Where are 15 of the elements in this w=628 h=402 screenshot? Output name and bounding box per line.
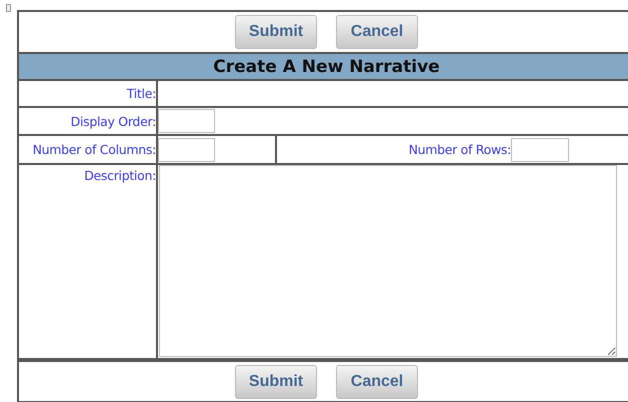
form-heading: Create A New Narrative — [19, 54, 628, 81]
description-textarea[interactable] — [159, 165, 617, 357]
cancel-button[interactable]: Cancel — [336, 364, 418, 398]
field-label: Number of Rows: — [408, 142, 511, 157]
submit-button[interactable]: Submit — [235, 364, 317, 398]
field-label: Title: — [126, 86, 156, 101]
columns-input[interactable] — [158, 138, 215, 162]
submit-button[interactable]: Submit — [235, 15, 317, 49]
broken-image-icon — [6, 4, 11, 12]
display-order-input[interactable] — [158, 109, 215, 133]
rows-input[interactable] — [511, 138, 569, 162]
field-label: Number of Columns: — [32, 142, 156, 157]
field-label: Display Order: — [70, 114, 156, 128]
cancel-button[interactable]: Cancel — [336, 15, 418, 49]
field-label: Description: — [84, 168, 156, 183]
